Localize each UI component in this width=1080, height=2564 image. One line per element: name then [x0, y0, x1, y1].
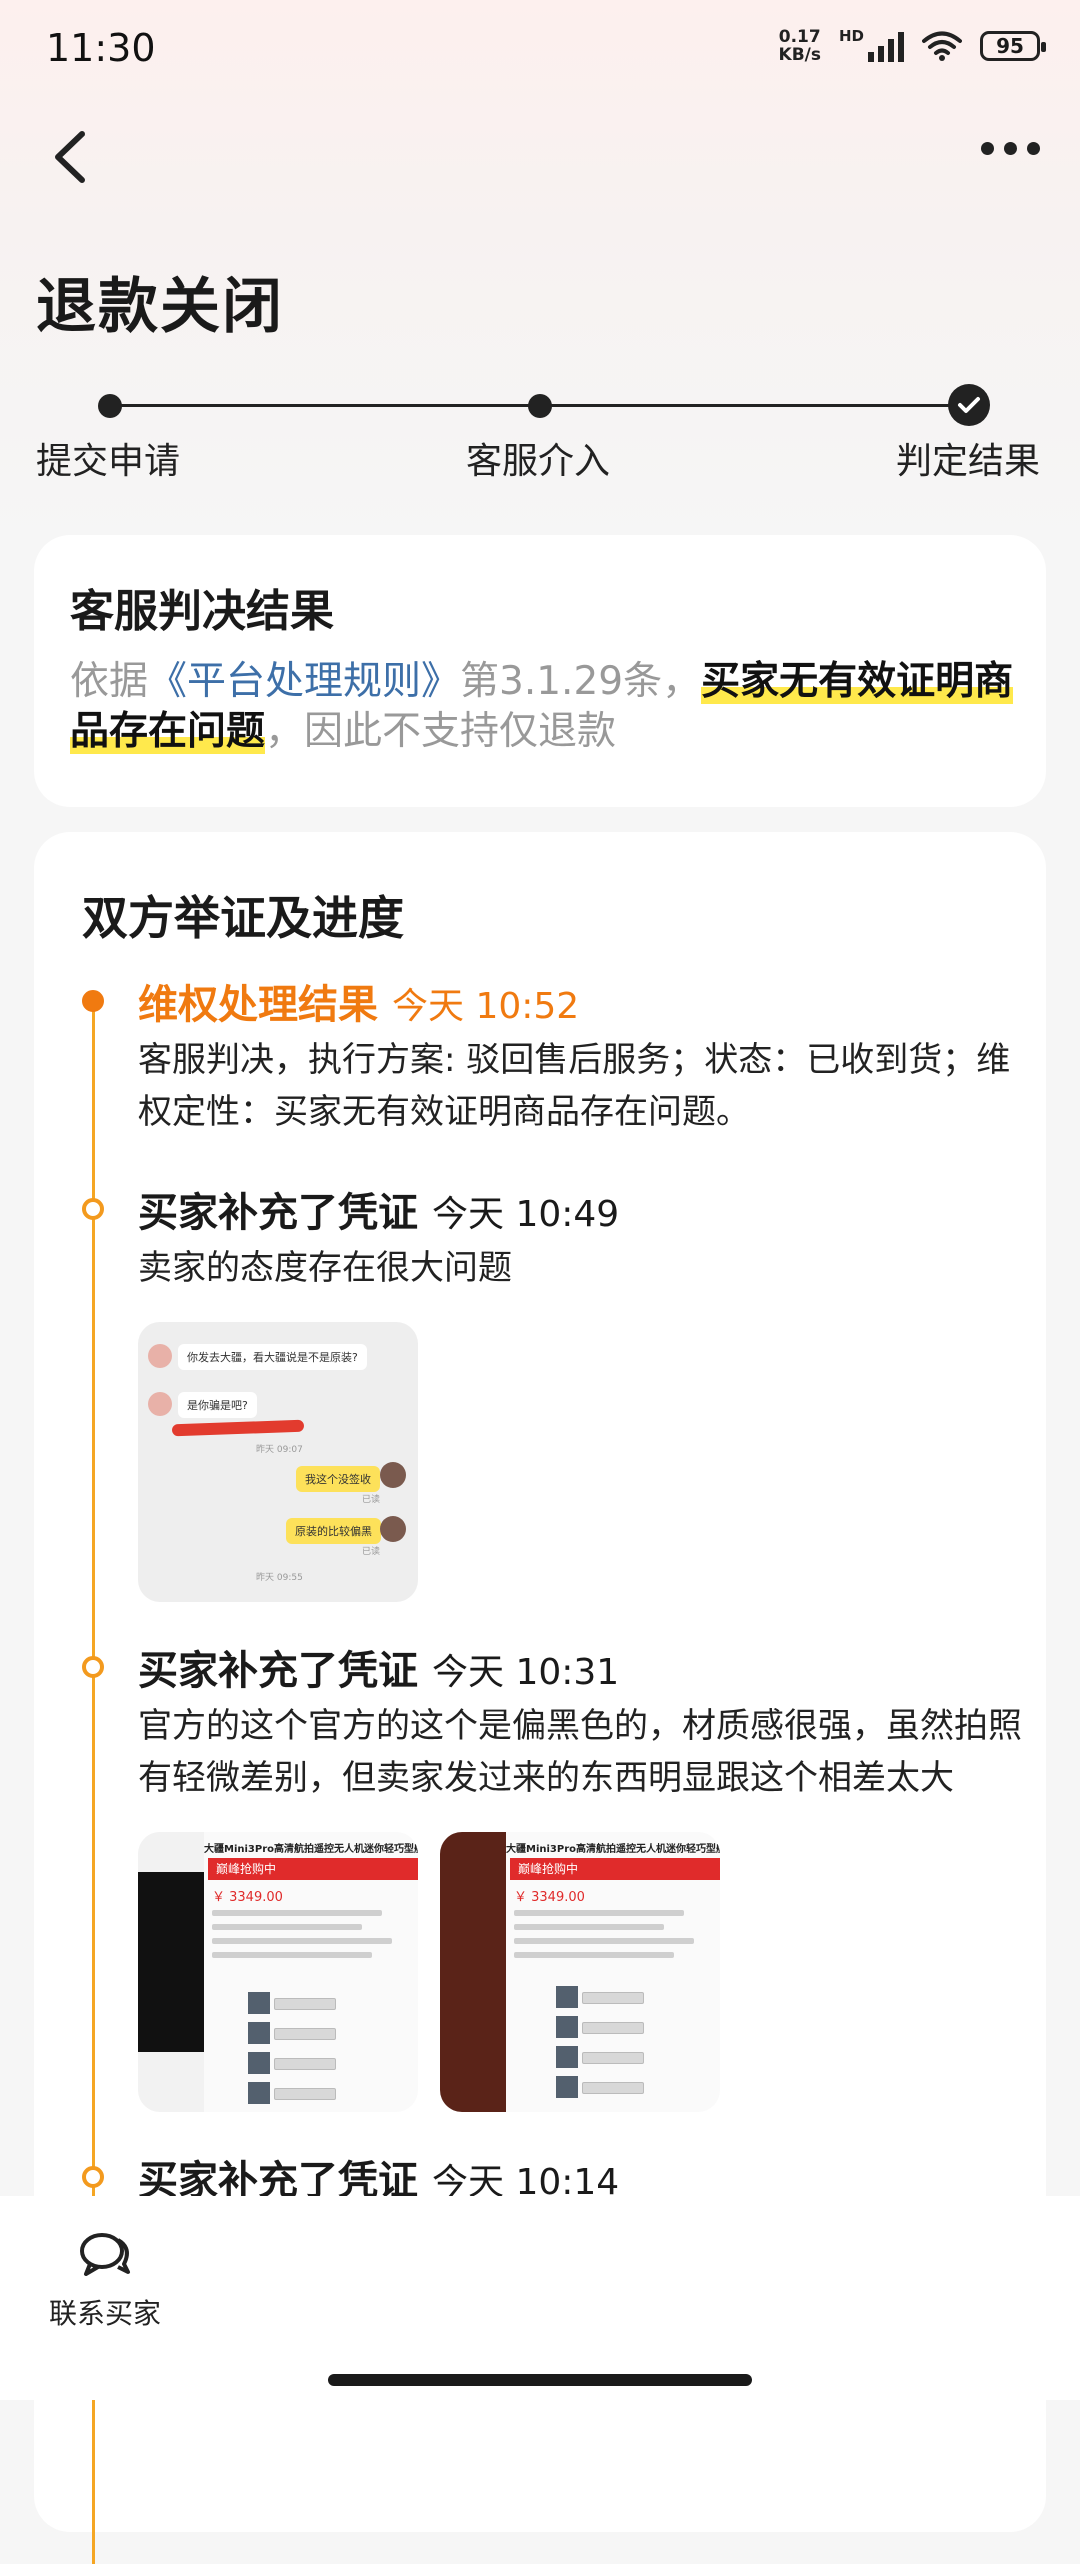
- verdict-title: 客服判决结果: [70, 586, 334, 637]
- battery-icon: 95: [980, 31, 1046, 61]
- timeline-dot: [82, 1198, 104, 1220]
- timeline-dot: [82, 2166, 104, 2188]
- evidence-image-chat[interactable]: 你发去大疆，看大疆说是不是原装? 是你骗是吧? 昨天 09:07 我这个没签收 …: [138, 1322, 418, 1602]
- chat-bubble-icon: [80, 2233, 130, 2276]
- event-body: 客服判决，执行方案: 驳回售后服务；状态：已收到货；维权定性：买家无有效证明商品…: [138, 1040, 1011, 1132]
- evidence-title: 双方举证及进度: [82, 891, 404, 945]
- status-bar: 11:30 0.17 KB/s HD 95: [0, 0, 1080, 100]
- contact-buyer-label: 联系买家: [48, 2297, 161, 2330]
- back-arrow-icon[interactable]: [44, 122, 104, 192]
- event-header: 维权处理结果 今天 10:52: [138, 982, 580, 1028]
- signal-icon: [868, 30, 904, 62]
- event-body: 官方的这个官方的这个是偏黑色的，材质感很强，虽然拍照有轻微差别，但卖家发过来的东…: [138, 1706, 1022, 1798]
- step-connector: [110, 404, 540, 407]
- bottom-bar: 联系买家: [0, 2196, 1080, 2400]
- step-label-result: 判定结果: [896, 441, 1041, 482]
- event-header: 买家补充了凭证 今天 10:49: [138, 1190, 620, 1236]
- step-dot: [98, 394, 122, 418]
- verdict-text: 依据《平台处理规则》第3.1.29条，买家无有效证明商品存在问题，因此不支持仅退…: [70, 659, 1014, 754]
- more-options-icon[interactable]: [981, 142, 1040, 155]
- step-label-service: 客服介入: [466, 441, 611, 482]
- step-label-submit: 提交申请: [36, 441, 181, 482]
- wifi-icon: [922, 31, 962, 61]
- timeline-dot: [82, 990, 104, 1012]
- event-body: 卖家的态度存在很大问题: [138, 1248, 512, 1288]
- contact-buyer-button[interactable]: 联系买家: [40, 2226, 170, 2336]
- progress-steps: 提交申请 客服介入 判定结果: [0, 380, 1080, 482]
- event-header: 买家补充了凭证 今天 10:31: [138, 1648, 620, 1694]
- rule-link[interactable]: 《平台处理规则》: [148, 659, 460, 704]
- check-icon: [948, 384, 990, 426]
- evidence-image-product-1[interactable]: 大疆Mini3Pro高清航拍遥控无人机迷你轻巧型航拍 巅峰抢购中 ￥ 3349.…: [138, 1832, 418, 2112]
- status-time: 11:30: [46, 26, 156, 70]
- step-connector: [540, 404, 970, 407]
- page-title: 退款关闭: [36, 272, 284, 342]
- verdict-card: 客服判决结果 依据《平台处理规则》第3.1.29条，买家无有效证明商品存在问题，…: [34, 535, 1046, 807]
- network-speed: 0.17 KB/s: [778, 27, 821, 65]
- step-dot: [528, 394, 552, 418]
- status-icons: 0.17 KB/s HD 95: [778, 27, 1046, 65]
- hd-indicator: HD: [838, 27, 864, 45]
- evidence-image-product-2[interactable]: 大疆Mini3Pro高清航拍遥控无人机迷你轻巧型航拍 巅峰抢购中 ￥ 3349.…: [440, 1832, 720, 2112]
- home-indicator[interactable]: [328, 2374, 752, 2386]
- timeline-dot: [82, 1656, 104, 1678]
